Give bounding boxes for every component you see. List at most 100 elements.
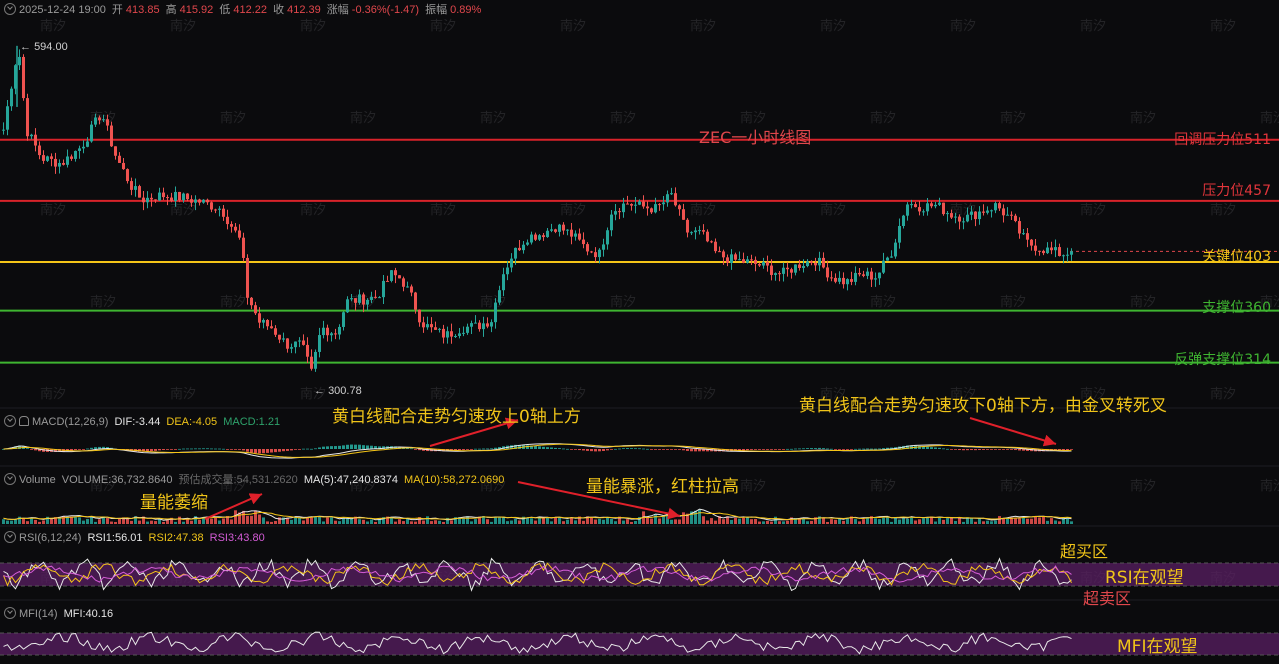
candle-body bbox=[678, 205, 681, 210]
macd-bar bbox=[478, 448, 481, 450]
candle-body bbox=[406, 286, 409, 288]
candle-body bbox=[262, 319, 265, 323]
macd-bar bbox=[574, 449, 577, 450]
candle-body bbox=[166, 197, 169, 199]
candle-body bbox=[446, 331, 449, 338]
volume-bar bbox=[762, 521, 765, 524]
macd-bar bbox=[158, 449, 161, 451]
level-label-360: 支撑位360 bbox=[1202, 300, 1271, 316]
macd-bar bbox=[774, 449, 777, 450]
macd-bar bbox=[78, 449, 81, 450]
macd-bar bbox=[26, 448, 29, 450]
candle-body bbox=[694, 230, 697, 233]
macd-bar bbox=[494, 447, 497, 449]
collapse-icon[interactable] bbox=[4, 415, 16, 427]
volume-bar bbox=[750, 519, 753, 524]
volume-bar bbox=[450, 520, 453, 524]
candle-body bbox=[1014, 215, 1017, 222]
volume-bar bbox=[722, 519, 725, 524]
volume-bar bbox=[130, 520, 133, 524]
macd-bar bbox=[162, 449, 165, 450]
volume-bar bbox=[58, 518, 61, 524]
candle-body bbox=[958, 216, 961, 222]
macd-bar bbox=[762, 449, 765, 450]
macd-bar bbox=[626, 448, 629, 449]
rsi1-value: RSI1:56.01 bbox=[87, 532, 143, 544]
candle-body bbox=[954, 216, 957, 218]
candle-body bbox=[506, 267, 509, 275]
macd-bar bbox=[694, 449, 697, 452]
macd-bar bbox=[470, 449, 473, 450]
macd-bar bbox=[414, 449, 417, 450]
candle-body bbox=[902, 215, 905, 226]
volume-bar bbox=[98, 519, 101, 524]
candle-body bbox=[834, 277, 837, 282]
watermark-text: 南汐 bbox=[1210, 202, 1236, 218]
collapse-icon[interactable] bbox=[4, 531, 16, 543]
macd-bar bbox=[482, 448, 485, 450]
volume-bar bbox=[154, 521, 157, 524]
volume-bar bbox=[886, 517, 889, 524]
macd-bar bbox=[366, 445, 369, 449]
candle-body bbox=[454, 335, 457, 337]
volume-bar bbox=[174, 521, 177, 524]
volume-bar bbox=[858, 521, 861, 524]
candle-body bbox=[858, 272, 861, 275]
volume-bar bbox=[1070, 521, 1073, 524]
macd-bar bbox=[862, 448, 865, 450]
candle-body bbox=[494, 302, 497, 323]
volume-bar bbox=[998, 516, 1001, 524]
volume-bar bbox=[1054, 520, 1057, 524]
watermark-text: 南汐 bbox=[480, 294, 506, 310]
collapse-icon[interactable] bbox=[4, 3, 16, 15]
candle-body bbox=[866, 271, 869, 276]
volume-bar bbox=[302, 520, 305, 524]
candle-body bbox=[266, 319, 269, 327]
macd-bar bbox=[30, 449, 33, 450]
volume-ma10: MA(10):58,272.0690 bbox=[404, 474, 505, 486]
watermark-text: 南汐 bbox=[1080, 18, 1106, 34]
volume-bar bbox=[510, 520, 513, 524]
candle-body bbox=[426, 324, 429, 328]
volume-bar bbox=[310, 517, 313, 524]
candle-body bbox=[562, 224, 565, 231]
candle-body bbox=[390, 270, 393, 281]
candle-body bbox=[146, 197, 149, 203]
volume-bar bbox=[546, 517, 549, 524]
volume-bar bbox=[414, 521, 417, 524]
macd-bar bbox=[838, 449, 841, 450]
volume-bar bbox=[222, 518, 225, 524]
volume-bar bbox=[702, 516, 705, 524]
watermark-text: 南汐 bbox=[950, 18, 976, 34]
macd-bar bbox=[950, 449, 953, 450]
macd-bar bbox=[822, 448, 825, 449]
macd-bar bbox=[206, 448, 209, 450]
volume-bar bbox=[290, 519, 293, 524]
candle-body bbox=[674, 193, 677, 206]
watermark-text: 南汐 bbox=[480, 110, 506, 126]
collapse-icon[interactable] bbox=[4, 607, 16, 619]
candle-body bbox=[986, 210, 989, 213]
macd-dea: DEA:-4.05 bbox=[166, 416, 218, 428]
macd-bar bbox=[662, 449, 665, 450]
volume-bar bbox=[162, 521, 165, 524]
level-label-457: 压力位457 bbox=[1202, 183, 1271, 199]
candle-body bbox=[206, 199, 209, 203]
level-label-511: 回调压力位511 bbox=[1174, 132, 1271, 148]
candle-body bbox=[186, 193, 189, 200]
candle-body bbox=[1034, 245, 1037, 251]
volume-bar bbox=[430, 521, 433, 524]
macd-bar bbox=[258, 449, 261, 454]
collapse-icon[interactable] bbox=[4, 473, 16, 485]
candle-body bbox=[910, 204, 913, 206]
macd-bar bbox=[1066, 449, 1069, 450]
volume-bar bbox=[438, 520, 441, 524]
watermark-text: 南汐 bbox=[170, 18, 196, 34]
watermark-text: 南汐 bbox=[350, 110, 376, 126]
macd-bar bbox=[270, 449, 273, 453]
candle-body bbox=[42, 155, 45, 161]
volume-bar bbox=[582, 520, 585, 524]
candle-body bbox=[470, 323, 473, 327]
volume-estimate: 预估成交量:54,531.2620 bbox=[178, 474, 298, 486]
bell-icon[interactable] bbox=[19, 416, 29, 426]
